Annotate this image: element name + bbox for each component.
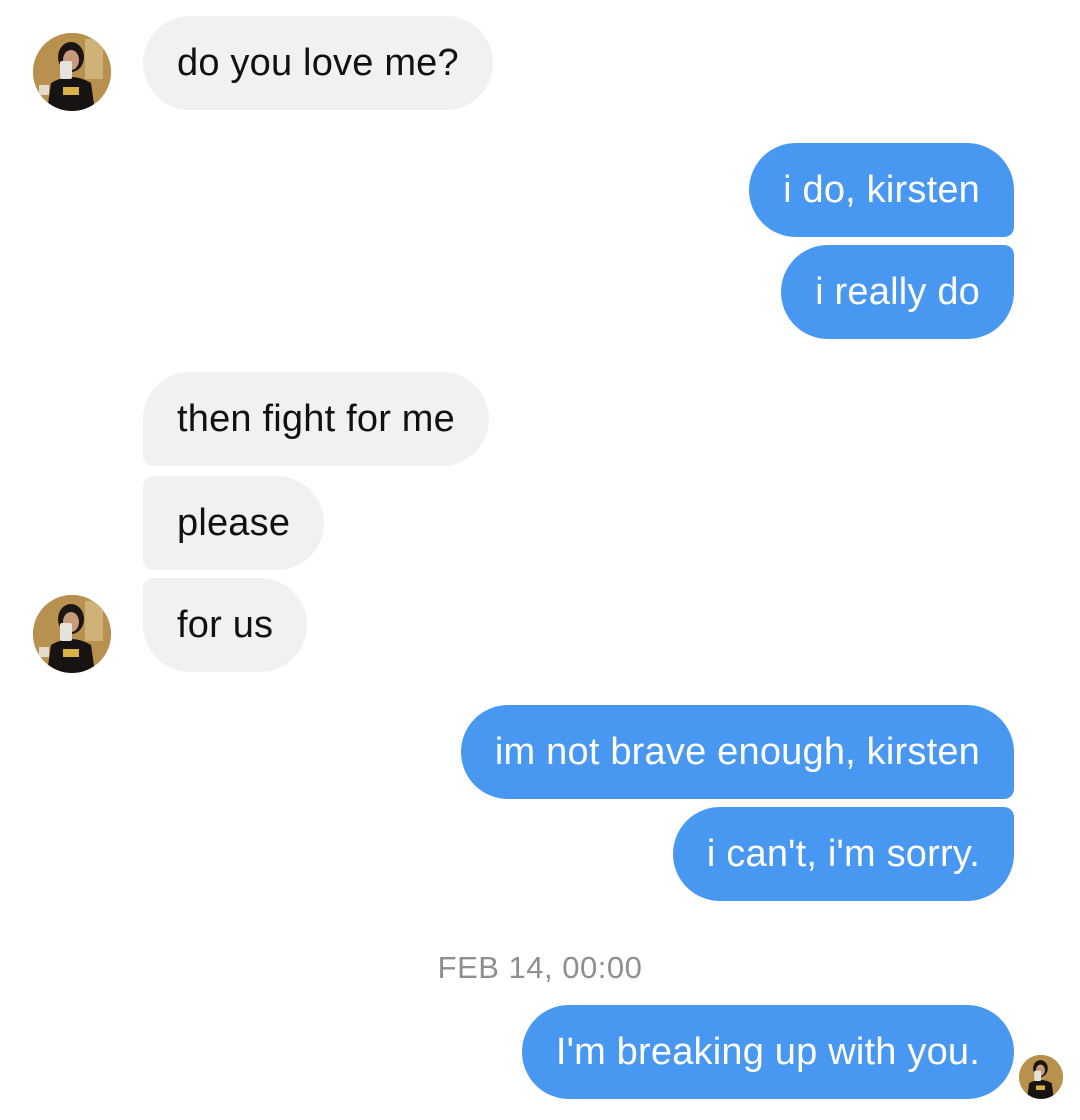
contact-avatar-icon[interactable] bbox=[33, 595, 111, 673]
message-bubble-outgoing[interactable]: I'm breaking up with you. bbox=[521, 1005, 1014, 1099]
message-bubble-outgoing[interactable]: i do, kirsten bbox=[749, 143, 1014, 237]
message-timestamp: FEB 14, 00:00 bbox=[0, 950, 1080, 986]
message-bubble-incoming[interactable]: do you love me? bbox=[143, 16, 493, 110]
message-bubble-incoming[interactable]: then fight for me bbox=[143, 372, 489, 466]
message-bubble-incoming[interactable]: for us bbox=[143, 578, 308, 672]
message-bubble-incoming[interactable]: please bbox=[143, 476, 325, 570]
message-bubble-outgoing[interactable]: i can't, i'm sorry. bbox=[672, 807, 1014, 901]
message-bubble-outgoing[interactable]: im not brave enough, kirsten bbox=[460, 705, 1014, 799]
read-receipt-avatar-icon bbox=[1019, 1055, 1063, 1099]
contact-avatar-icon[interactable] bbox=[33, 33, 111, 111]
timestamp-label: FEB 14, 00:00 bbox=[437, 950, 643, 985]
message-bubble-outgoing[interactable]: i really do bbox=[781, 245, 1014, 339]
